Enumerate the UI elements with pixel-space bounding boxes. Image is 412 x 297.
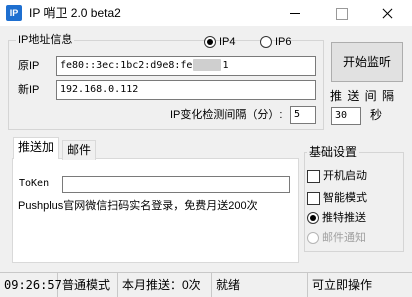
original-ip-label: 原IP — [18, 60, 40, 72]
redacted-mask — [193, 59, 222, 71]
push-option-selected-icon — [307, 212, 319, 224]
start-listening-button[interactable]: 开始监听 — [331, 42, 403, 82]
original-ip-field[interactable]: fe80::3ec:1bc2:d9e8:fe 1 — [56, 56, 316, 76]
push-interval-field[interactable]: 30 — [331, 107, 361, 125]
original-ip-value-suffix: 1 — [222, 60, 229, 71]
mail-option-icon — [307, 232, 319, 244]
ipv4-radio[interactable]: IP4 — [204, 35, 236, 49]
status-monthly-push: 本月推送：0次 — [118, 273, 212, 297]
push-interval-unit: 秒 — [370, 108, 383, 122]
original-ip-value-prefix: fe80::3ec:1bc2:d9e8:fe — [60, 60, 193, 71]
smart-mode-label: 智能模式 — [323, 192, 367, 204]
smart-mode-checkbox-icon — [307, 191, 320, 205]
new-ip-label: 新IP — [18, 84, 40, 96]
app-icon: IP — [6, 5, 22, 21]
ipv6-radio-icon — [260, 36, 272, 48]
title-bar[interactable]: IP IP 哨卫 2.0 beta2 — [0, 0, 412, 26]
status-time: 09:26:57 — [0, 273, 62, 297]
check-interval-label: IP变化检测间隔（分）: — [170, 109, 283, 121]
token-label: ToKen — [19, 178, 50, 189]
autostart-label: 开机启动 — [323, 170, 367, 182]
mail-option-radio[interactable]: 邮件通知 — [307, 231, 366, 245]
pushplus-info-text: Pushplus官网微信扫码实名登录，免费月送200次 — [18, 200, 258, 212]
status-action: 可立即操作 — [312, 278, 373, 292]
basic-settings-title: 基础设置 — [307, 145, 360, 159]
status-mode: 普通模式 — [58, 273, 118, 297]
status-bar: 09:26:57 普通模式 本月推送：0次 就绪 可立即操作 — [0, 272, 412, 297]
push-option-radio[interactable]: 推特推送 — [307, 211, 366, 225]
ipv4-radio-selected-icon — [204, 36, 216, 48]
push-option-label: 推特推送 — [322, 212, 366, 224]
ip-info-group-title: IP地址信息 — [16, 33, 75, 47]
tab-mail[interactable]: 邮件 — [62, 140, 97, 160]
push-interval-label: 推 送 间 隔 — [330, 89, 396, 103]
ipv6-radio-label: IP6 — [275, 36, 292, 48]
autostart-checkbox[interactable]: 开机启动 — [307, 169, 367, 183]
window-title: IP 哨卫 2.0 beta2 — [29, 6, 121, 20]
new-ip-field[interactable]: 192.168.0.112 — [56, 80, 316, 100]
ipv6-radio[interactable]: IP6 — [260, 35, 292, 49]
check-interval-field[interactable]: 5 — [290, 106, 316, 124]
autostart-checkbox-icon — [307, 169, 320, 183]
ipv4-radio-label: IP4 — [219, 36, 236, 48]
status-state: 就绪 — [212, 273, 308, 297]
close-icon[interactable] — [364, 0, 410, 26]
minimize-icon[interactable] — [272, 0, 318, 26]
mail-option-label: 邮件通知 — [322, 232, 366, 244]
smart-mode-checkbox[interactable]: 智能模式 — [307, 191, 367, 205]
tab-push[interactable]: 推送加 — [13, 137, 60, 159]
maximize-icon[interactable] — [318, 0, 364, 26]
token-input[interactable] — [62, 176, 290, 193]
